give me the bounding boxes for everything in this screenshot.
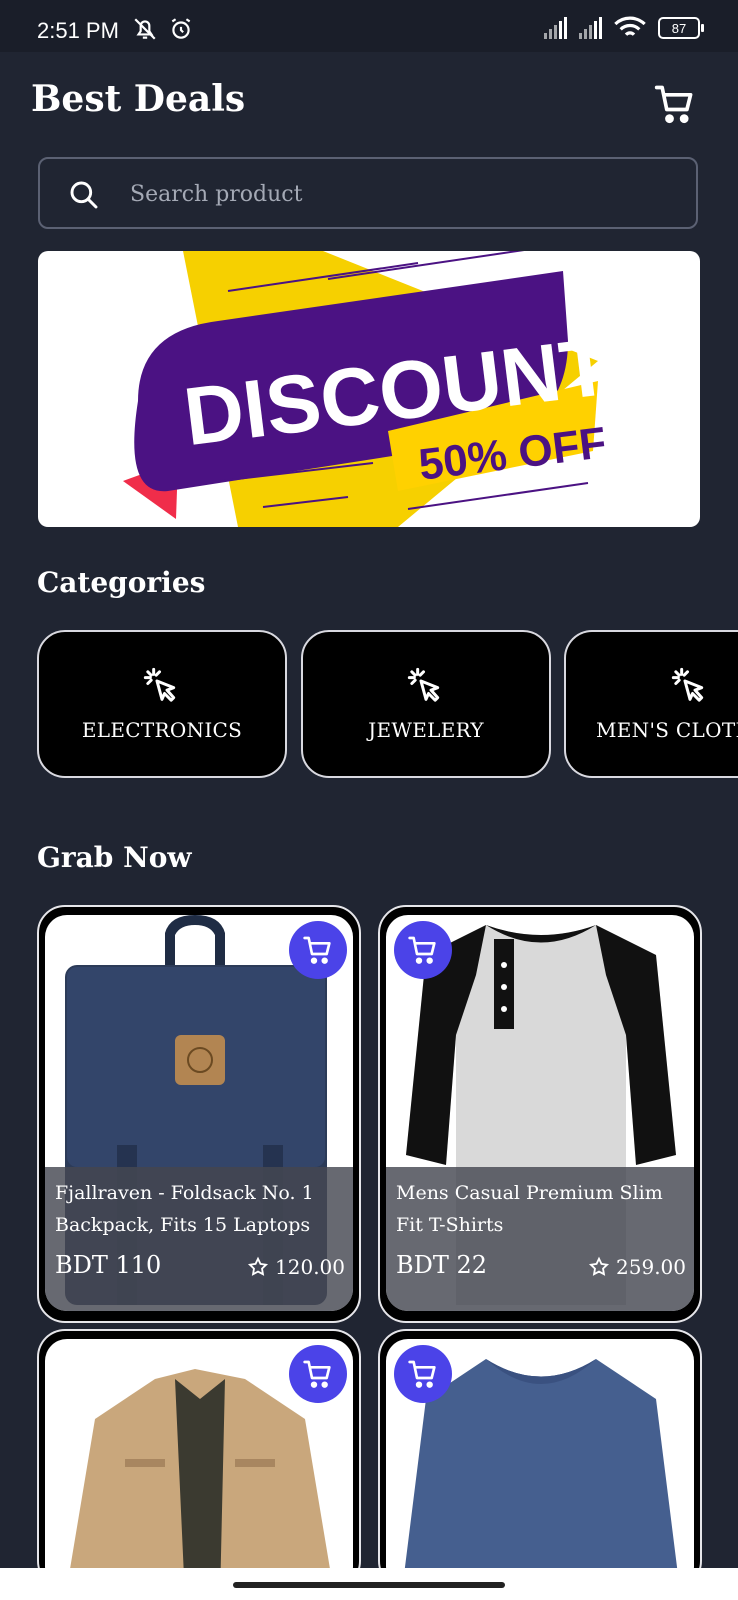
status-bar: 2:51 PM 87 (0, 0, 738, 52)
signal-icon (544, 17, 567, 39)
cart-icon (408, 1360, 436, 1388)
product-info: Fjallraven - Foldsack No. 1 Backpack, Fi… (45, 1167, 353, 1311)
categories-title: Categories (37, 566, 206, 599)
add-to-cart-button[interactable] (289, 921, 347, 979)
category-jewelery[interactable]: JEWELERY (301, 630, 551, 778)
product-info: Mens Casual Premium Slim Fit T-Shirts BD… (386, 1167, 694, 1311)
category-electronics[interactable]: ELECTRONICS (37, 630, 287, 778)
add-to-cart-button[interactable] (394, 1345, 452, 1403)
signal-icon-2 (579, 17, 602, 39)
alarm-icon (171, 18, 191, 39)
cart-icon (408, 936, 436, 964)
search-bar[interactable] (38, 157, 698, 229)
rating-value: 259.00 (616, 1255, 686, 1279)
category-label: JEWELERY (368, 718, 484, 742)
page-title: Best Deals (31, 78, 246, 120)
status-time: 2:51 PM (37, 18, 119, 43)
star-icon (588, 1256, 610, 1276)
product-card[interactable] (37, 1329, 361, 1589)
product-title: Fjallraven - Foldsack No. 1 Backpack, Fi… (55, 1182, 314, 1236)
category-label: ELECTRONICS (81, 718, 243, 742)
pointer-click-icon (671, 667, 704, 702)
cart-icon (303, 1360, 331, 1388)
battery-level: 87 (671, 20, 687, 36)
search-icon (70, 181, 98, 209)
home-gesture-bar[interactable] (233, 1582, 505, 1588)
discount-banner-graphic: DISCOUNT 50% OFF (123, 251, 615, 527)
star-icon (247, 1256, 269, 1276)
product-rating: 120.00 (247, 1255, 345, 1279)
pointer-click-icon (143, 667, 176, 702)
search-input[interactable] (128, 159, 672, 229)
battery-icon: 87 (658, 17, 704, 39)
category-mens-clothing[interactable]: MEN'S CLOTHING (564, 630, 738, 778)
product-title: Mens Casual Premium Slim Fit T-Shirts (396, 1182, 663, 1236)
silent-bell-icon (134, 18, 156, 40)
cart-icon[interactable] (653, 82, 697, 126)
pointer-click-icon (407, 667, 440, 702)
wifi-icon (614, 16, 646, 36)
product-card[interactable]: Mens Casual Premium Slim Fit T-Shirts BD… (378, 905, 702, 1323)
product-rating: 259.00 (588, 1255, 686, 1279)
discount-banner[interactable]: DISCOUNT 50% OFF (38, 251, 700, 527)
status-icons-right: 87 (544, 16, 704, 40)
product-price: BDT 110 (55, 1251, 162, 1279)
rating-value: 120.00 (275, 1255, 345, 1279)
cart-icon (303, 936, 331, 964)
status-icons-left (132, 16, 194, 42)
category-label: MEN'S CLOTHING (596, 718, 738, 742)
add-to-cart-button[interactable] (394, 921, 452, 979)
product-price: BDT 22 (396, 1251, 488, 1279)
product-card[interactable] (378, 1329, 702, 1589)
grab-now-title: Grab Now (37, 841, 192, 874)
add-to-cart-button[interactable] (289, 1345, 347, 1403)
product-card[interactable]: Fjallraven - Foldsack No. 1 Backpack, Fi… (37, 905, 361, 1323)
